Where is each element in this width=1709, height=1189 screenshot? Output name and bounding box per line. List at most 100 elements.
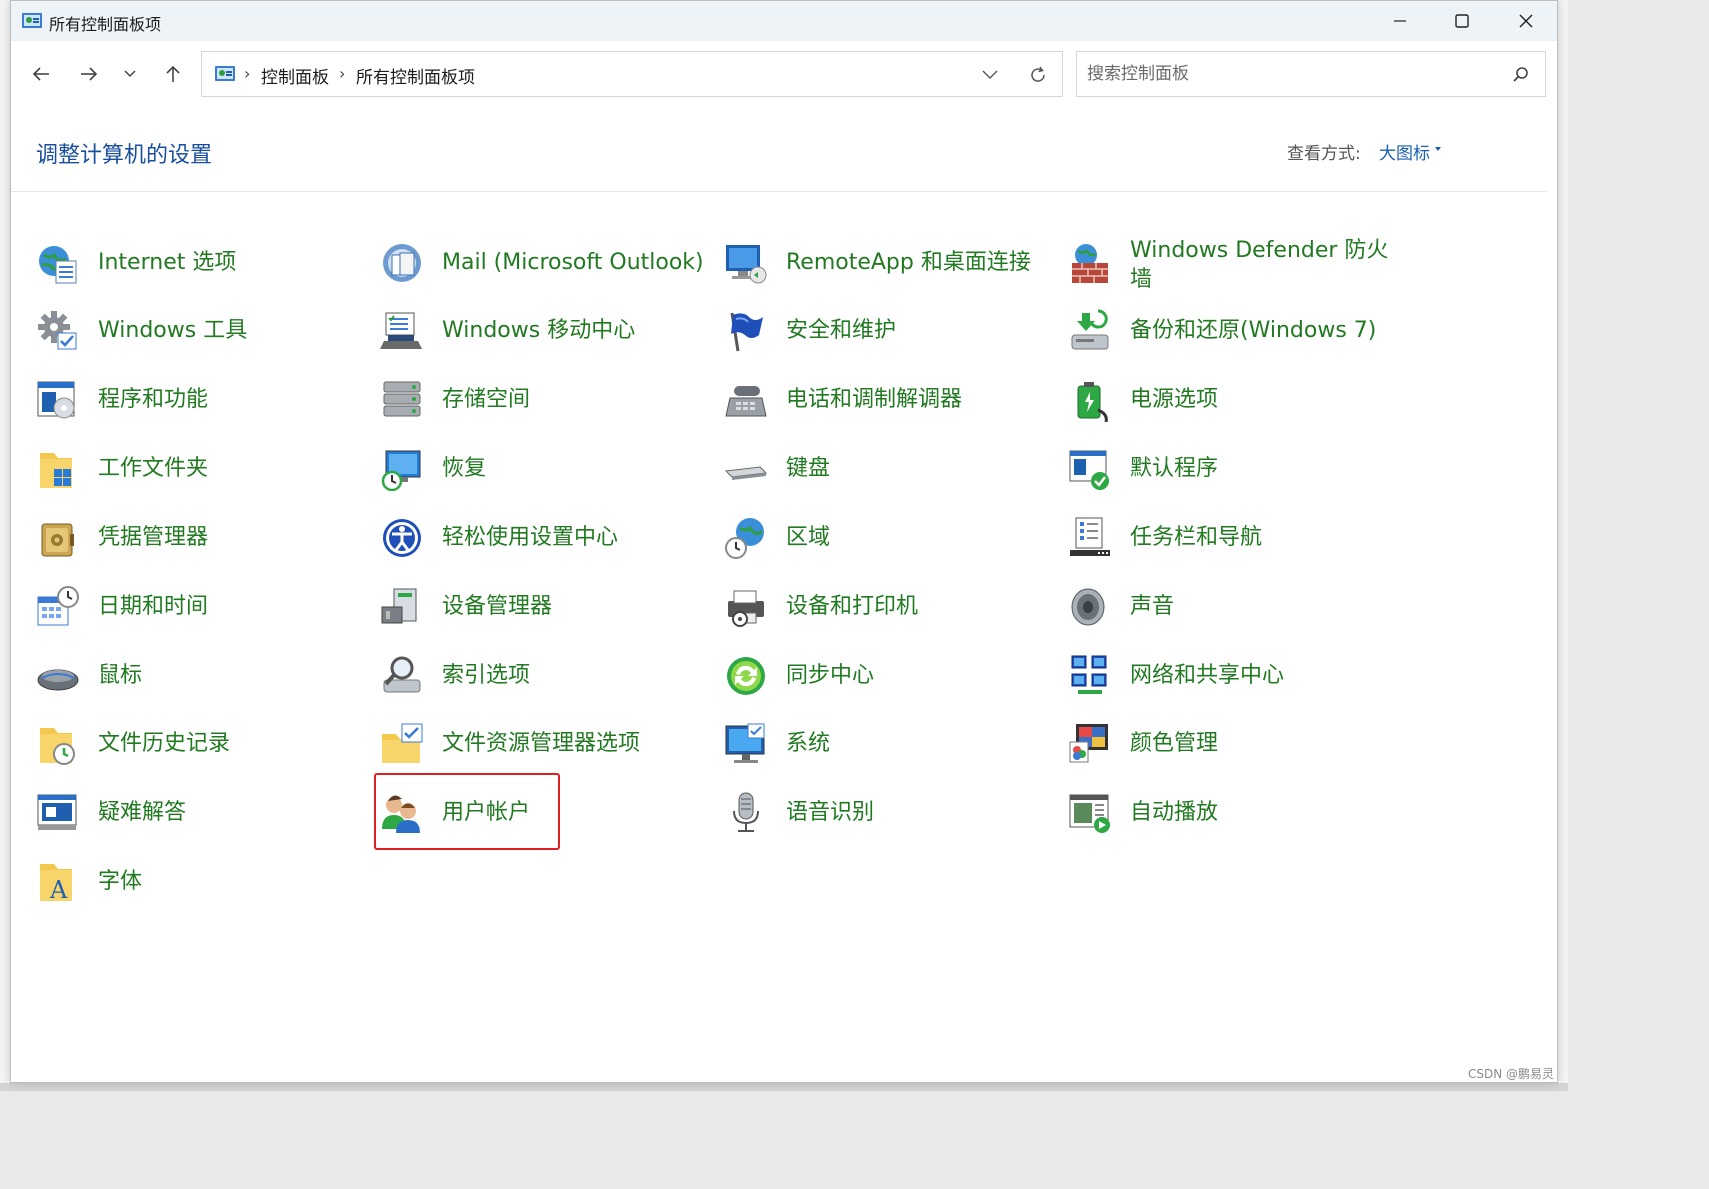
cp-item-credential[interactable]: 凭据管理器 xyxy=(36,513,366,563)
cp-item-label: Windows 移动中心 xyxy=(442,318,636,343)
cp-item-label: 工作文件夹 xyxy=(98,456,209,481)
indexing-icon xyxy=(383,656,421,693)
taskbar-icon xyxy=(1070,517,1110,556)
cp-item-label: 索引选项 xyxy=(442,663,531,688)
recovery-icon xyxy=(381,450,421,491)
cp-item-label: 程序和功能 xyxy=(98,387,209,412)
cp-item-label: Windows 工具 xyxy=(98,318,248,343)
cp-item-label: 电源选项 xyxy=(1130,387,1219,412)
cp-item-phone-modem[interactable]: 电话和调制解调器 xyxy=(724,375,1054,425)
cp-item-fonts[interactable]: A 字体 xyxy=(36,857,366,907)
cp-item-label: 文件资源管理器选项 xyxy=(442,731,641,756)
mouse-icon xyxy=(37,669,79,691)
cp-item-system-monitor[interactable]: 系统 xyxy=(724,719,1054,769)
gear-icon xyxy=(38,311,77,350)
cp-item-recovery[interactable]: 恢复 xyxy=(380,444,710,494)
control-panel-window: 所有控制面板项 › 控制面板 › 所有控制面板项 搜索控制面板 调整计算机的设置… xyxy=(10,0,1558,1083)
cp-item-backup[interactable]: 备份和还原(Windows 7) xyxy=(1068,306,1398,356)
folder-options-icon xyxy=(382,723,423,763)
cp-item-network[interactable]: 网络和共享中心 xyxy=(1068,651,1398,701)
cp-item-default-programs[interactable]: 默认程序 xyxy=(1068,444,1398,494)
cp-item-autoplay[interactable]: 自动播放 xyxy=(1068,788,1398,838)
cp-item-label: 声音 xyxy=(1130,594,1175,619)
cp-item-label: 用户帐户 xyxy=(442,800,531,825)
cp-item-label: 系统 xyxy=(786,731,831,756)
cp-item-taskbar[interactable]: 任务栏和导航 xyxy=(1068,513,1398,563)
cp-item-globe-options[interactable]: Internet 选项 xyxy=(36,238,366,288)
cp-item-printer[interactable]: 设备和打印机 xyxy=(724,582,1054,632)
cp-item-mail[interactable]: Mail (Microsoft Outlook) xyxy=(380,238,710,288)
cp-item-remote-desktop[interactable]: RemoteApp 和桌面连接 xyxy=(724,238,1054,288)
cp-item-label: 鼠标 xyxy=(98,663,143,688)
flag-icon xyxy=(730,312,763,352)
svg-text:A: A xyxy=(49,876,68,904)
cp-item-mobility-center[interactable]: Windows 移动中心 xyxy=(380,306,710,356)
cp-item-label: 轻松使用设置中心 xyxy=(442,525,619,550)
watermark: CSDN @鹏易灵 xyxy=(1467,1067,1554,1081)
cp-item-keyboard[interactable]: 键盘 xyxy=(724,444,1054,494)
cp-item-label: 电话和调制解调器 xyxy=(786,387,963,412)
mail-icon xyxy=(383,244,421,282)
work-folders-icon xyxy=(40,453,72,488)
cp-item-label: 语音识别 xyxy=(786,800,875,825)
cp-item-label: 日期和时间 xyxy=(98,594,209,619)
background-left xyxy=(0,0,10,1091)
cp-item-label: 设备管理器 xyxy=(442,594,553,619)
keyboard-icon xyxy=(724,466,768,480)
cp-item-speaker[interactable]: 声音 xyxy=(1068,582,1398,632)
cp-item-label: 自动播放 xyxy=(1130,800,1219,825)
ease-of-access-icon xyxy=(383,519,421,557)
cp-item-power[interactable]: 电源选项 xyxy=(1068,375,1398,425)
cp-item-work-folders[interactable]: 工作文件夹 xyxy=(36,444,366,494)
cp-item-label: 设备和打印机 xyxy=(786,594,919,619)
phone-modem-icon xyxy=(725,386,767,417)
mobility-center-icon xyxy=(380,312,422,349)
cp-item-indexing[interactable]: 索引选项 xyxy=(380,651,710,701)
user-accounts-icon xyxy=(382,795,420,833)
cp-item-label: 恢复 xyxy=(442,456,487,481)
cp-item-label: 存储空间 xyxy=(442,387,531,412)
file-history-icon xyxy=(40,728,75,765)
cp-item-label: 文件历史记录 xyxy=(98,731,231,756)
globe-options-icon xyxy=(39,246,77,284)
troubleshoot-icon xyxy=(37,794,77,830)
cp-item-programs[interactable]: 程序和功能 xyxy=(36,375,366,425)
cp-item-label: RemoteApp 和桌面连接 xyxy=(786,250,1031,275)
cp-item-color-management[interactable]: 颜色管理 xyxy=(1068,719,1398,769)
cp-item-device-manager[interactable]: 设备管理器 xyxy=(380,582,710,632)
cp-item-ease-of-access[interactable]: 轻松使用设置中心 xyxy=(380,513,710,563)
cp-item-label: 网络和共享中心 xyxy=(1130,663,1285,688)
cp-item-label: 疑难解答 xyxy=(98,800,187,825)
calendar-clock-icon xyxy=(37,586,79,626)
background-right xyxy=(1558,0,1568,1091)
printer-icon xyxy=(728,590,764,627)
region-icon xyxy=(725,518,764,559)
speaker-icon xyxy=(1071,588,1105,626)
cp-item-firewall[interactable]: Windows Defender 防火墙 xyxy=(1068,238,1398,292)
cp-item-label: 区域 xyxy=(786,525,831,550)
cp-item-storage[interactable]: 存储空间 xyxy=(380,375,710,425)
cp-item-label: Internet 选项 xyxy=(98,250,237,275)
cp-item-user-accounts[interactable]: 用户帐户 xyxy=(380,788,710,838)
cp-item-sync[interactable]: 同步中心 xyxy=(724,651,1054,701)
background-taskbar-strip xyxy=(0,1083,1568,1091)
default-programs-icon xyxy=(1069,450,1109,490)
cp-item-label: 凭据管理器 xyxy=(98,525,209,550)
network-icon xyxy=(1071,655,1107,694)
cp-item-calendar-clock[interactable]: 日期和时间 xyxy=(36,582,366,632)
cp-item-microphone[interactable]: 语音识别 xyxy=(724,788,1054,838)
cp-item-folder-options[interactable]: 文件资源管理器选项 xyxy=(380,719,710,769)
cp-item-gear[interactable]: Windows 工具 xyxy=(36,306,366,356)
cp-item-troubleshoot[interactable]: 疑难解答 xyxy=(36,788,366,838)
cp-item-label: 字体 xyxy=(98,869,143,894)
power-icon xyxy=(1077,382,1108,422)
cp-item-mouse[interactable]: 鼠标 xyxy=(36,651,366,701)
cp-item-region[interactable]: 区域 xyxy=(724,513,1054,563)
firewall-icon xyxy=(1072,244,1108,283)
cp-item-file-history[interactable]: 文件历史记录 xyxy=(36,719,366,769)
cp-item-label: 默认程序 xyxy=(1130,456,1219,481)
credential-icon xyxy=(41,523,74,557)
cp-item-label: Mail (Microsoft Outlook) xyxy=(442,250,704,275)
cp-item-label: 颜色管理 xyxy=(1130,731,1219,756)
cp-item-flag[interactable]: 安全和维护 xyxy=(724,306,1054,356)
